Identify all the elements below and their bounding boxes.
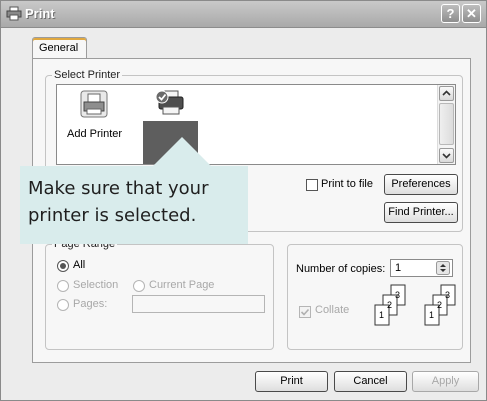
preferences-button[interactable]: Preferences [384, 174, 458, 195]
printer-list-scrollbar[interactable] [437, 85, 455, 164]
tab-general[interactable]: General [32, 37, 87, 59]
callout-box: Make sure that your printer is selected. [20, 166, 248, 244]
select-printer-legend: Select Printer [52, 69, 123, 81]
spinner-arrows-icon[interactable] [436, 261, 450, 275]
chevron-down-icon [442, 153, 451, 159]
callout-pointer [151, 137, 213, 168]
network-printer-icon [155, 90, 184, 115]
list-item-add-printer[interactable]: Add Printer [63, 89, 125, 149]
current-page-radio[interactable] [133, 280, 145, 292]
add-printer-icon [80, 90, 108, 118]
print-button[interactable]: Print [255, 371, 328, 392]
cancel-button[interactable]: Cancel [334, 371, 407, 392]
svg-text:3: 3 [445, 290, 450, 300]
scroll-up-button[interactable] [439, 86, 454, 101]
chevron-up-icon [442, 90, 451, 96]
pages-input[interactable] [132, 295, 265, 313]
pages-label: Pages: [73, 298, 108, 310]
printer-list[interactable]: Add Printer [56, 84, 456, 165]
selection-label: Selection [73, 279, 119, 291]
callout-text: Make sure that your printer is selected. [28, 178, 209, 226]
title-bar[interactable]: Print ? ✕ [1, 1, 486, 28]
print-to-file-checkbox[interactable] [306, 179, 318, 191]
apply-button[interactable]: Apply [412, 371, 479, 392]
all-label: All [73, 259, 86, 271]
selection-radio[interactable] [57, 280, 69, 292]
svg-text:3: 3 [395, 290, 400, 300]
printer-icon [6, 6, 22, 21]
collate-checkbox[interactable] [299, 306, 311, 318]
svg-text:1: 1 [429, 310, 434, 320]
checkmark-icon [300, 308, 310, 316]
number-of-copies-label: Number of copies: [296, 263, 386, 275]
pages-radio[interactable] [57, 299, 69, 311]
window-title: Print [25, 6, 55, 21]
collate-pages-icon: 3 2 1 [374, 284, 406, 326]
collate-pages-icon: 3 2 1 [424, 284, 456, 326]
find-printer-button[interactable]: Find Printer... [384, 202, 458, 223]
scroll-thumb[interactable] [439, 103, 454, 145]
copies-value: 1 [395, 262, 402, 274]
svg-text:2: 2 [437, 300, 442, 310]
current-page-label: Current Page [149, 279, 215, 291]
scroll-down-button[interactable] [439, 148, 454, 163]
all-radio[interactable] [57, 260, 69, 272]
print-dialog: Print ? ✕ General Select Printer Add Pri… [0, 0, 487, 401]
add-printer-label: Add Printer [67, 128, 123, 140]
svg-text:2: 2 [387, 300, 392, 310]
copies-spinner[interactable]: 1 [390, 259, 453, 277]
close-button[interactable]: ✕ [462, 4, 481, 23]
svg-text:1: 1 [379, 310, 384, 320]
print-to-file-label: Print to file [321, 178, 373, 190]
collate-label: Collate [315, 304, 350, 316]
help-button[interactable]: ? [441, 4, 460, 23]
